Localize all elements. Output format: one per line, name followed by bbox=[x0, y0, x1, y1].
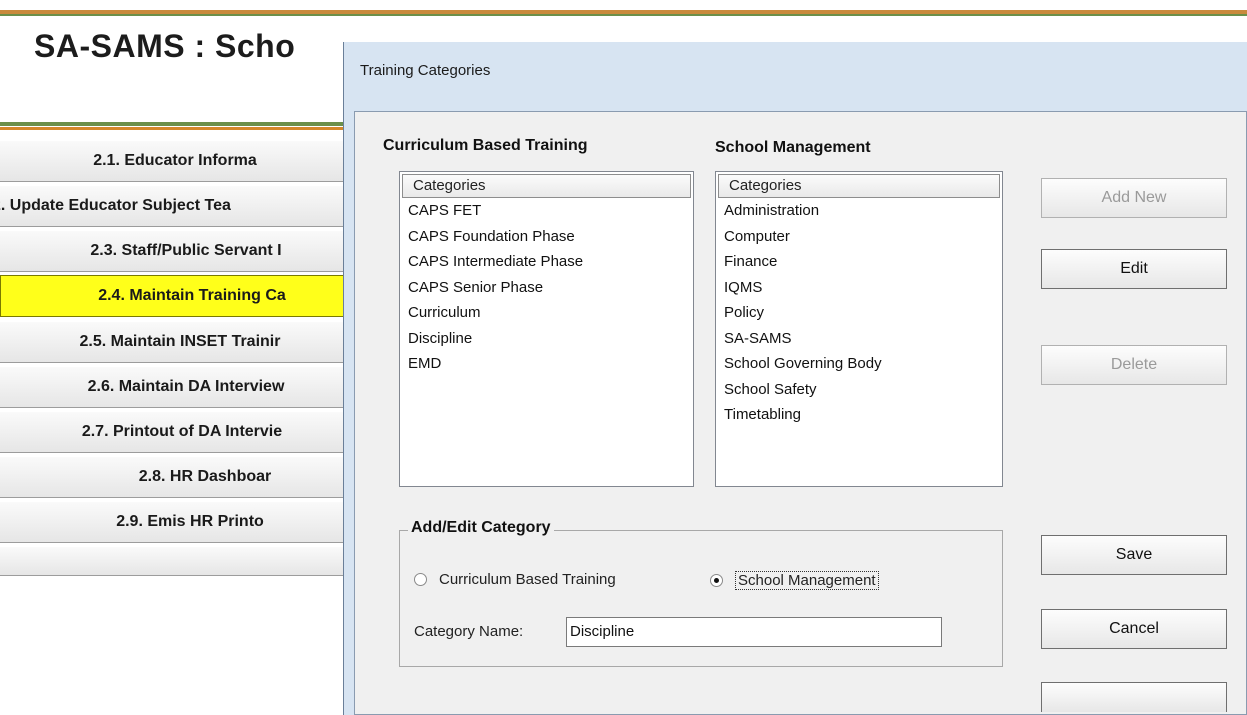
app-title: SA-SAMS : Scho bbox=[34, 28, 296, 64]
curriculum-heading: Curriculum Based Training bbox=[383, 137, 588, 154]
curriculum-column-header[interactable]: Categories bbox=[402, 174, 691, 198]
category-name-input[interactable]: Discipline bbox=[566, 617, 942, 647]
list-item[interactable]: School Governing Body bbox=[716, 351, 1002, 377]
list-item[interactable]: Computer bbox=[716, 224, 1002, 250]
save-button[interactable]: Save bbox=[1041, 535, 1227, 575]
radio-school-management[interactable]: School Management bbox=[710, 571, 879, 590]
training-categories-dialog: Training Categories Curriculum Based Tra… bbox=[343, 42, 1247, 715]
main-window: SA-SAMS : Scho 2.1. Educator Informa 2. … bbox=[0, 0, 1247, 715]
radio-button-icon bbox=[414, 573, 427, 586]
dialog-body: Curriculum Based Training School Managem… bbox=[354, 111, 1247, 715]
menu-item-hr-dashboard[interactable]: 2.8. HR Dashboar bbox=[0, 456, 350, 498]
list-item[interactable]: School Safety bbox=[716, 377, 1002, 403]
category-name-label: Category Name: bbox=[414, 623, 524, 640]
menu-item-maintain-inset-training[interactable]: 2.5. Maintain INSET Trainir bbox=[0, 321, 350, 363]
list-item[interactable]: Discipline bbox=[400, 326, 693, 352]
cancel-button[interactable]: Cancel bbox=[1041, 609, 1227, 649]
list-item[interactable]: Timetabling bbox=[716, 402, 1002, 428]
list-item[interactable]: IQMS bbox=[716, 275, 1002, 301]
partially-visible-button[interactable] bbox=[1041, 682, 1227, 712]
delete-button[interactable]: Delete bbox=[1041, 345, 1227, 385]
header-top-rule-2 bbox=[0, 14, 1247, 16]
list-item[interactable]: CAPS FET bbox=[400, 198, 693, 224]
list-item[interactable]: SA-SAMS bbox=[716, 326, 1002, 352]
list-item[interactable]: Administration bbox=[716, 198, 1002, 224]
management-heading: School Management bbox=[715, 139, 871, 156]
list-item[interactable]: Policy bbox=[716, 300, 1002, 326]
list-item[interactable]: Curriculum bbox=[400, 300, 693, 326]
list-item[interactable]: CAPS Senior Phase bbox=[400, 275, 693, 301]
edit-button[interactable]: Edit bbox=[1041, 249, 1227, 289]
menu-item-maintain-training-categories[interactable]: 2.4. Maintain Training Ca bbox=[0, 275, 350, 317]
management-categories-list[interactable]: Categories Administration Computer Finan… bbox=[715, 171, 1003, 487]
menu-item-next[interactable] bbox=[0, 546, 350, 576]
menu-item-maintain-da-interview[interactable]: 2.6. Maintain DA Interview bbox=[0, 366, 350, 408]
radio-button-selected-icon bbox=[710, 574, 723, 587]
add-edit-legend: Add/Edit Category bbox=[408, 519, 554, 537]
list-item[interactable]: CAPS Intermediate Phase bbox=[400, 249, 693, 275]
add-new-button[interactable]: Add New bbox=[1041, 178, 1227, 218]
dialog-title: Training Categories bbox=[360, 62, 491, 79]
curriculum-categories-list[interactable]: Categories CAPS FET CAPS Foundation Phas… bbox=[399, 171, 694, 487]
list-item[interactable]: EMD bbox=[400, 351, 693, 377]
menu-item-educator-information[interactable]: 2.1. Educator Informa bbox=[0, 140, 350, 182]
management-column-header[interactable]: Categories bbox=[718, 174, 1000, 198]
menu-item-update-educator-subject[interactable]: 2. Update Educator Subject Tea bbox=[0, 185, 350, 227]
list-item[interactable]: Finance bbox=[716, 249, 1002, 275]
radio-curriculum-based[interactable]: Curriculum Based Training bbox=[414, 571, 616, 588]
menu-item-staff-public-servant[interactable]: 2.3. Staff/Public Servant I bbox=[0, 230, 350, 272]
menu-item-emis-hr-printout[interactable]: 2.9. Emis HR Printo bbox=[0, 501, 350, 543]
list-item[interactable]: CAPS Foundation Phase bbox=[400, 224, 693, 250]
add-edit-category-group: Add/Edit Category Curriculum Based Train… bbox=[399, 519, 1003, 667]
menu-item-printout-da-interview[interactable]: 2.7. Printout of DA Intervie bbox=[0, 411, 350, 453]
